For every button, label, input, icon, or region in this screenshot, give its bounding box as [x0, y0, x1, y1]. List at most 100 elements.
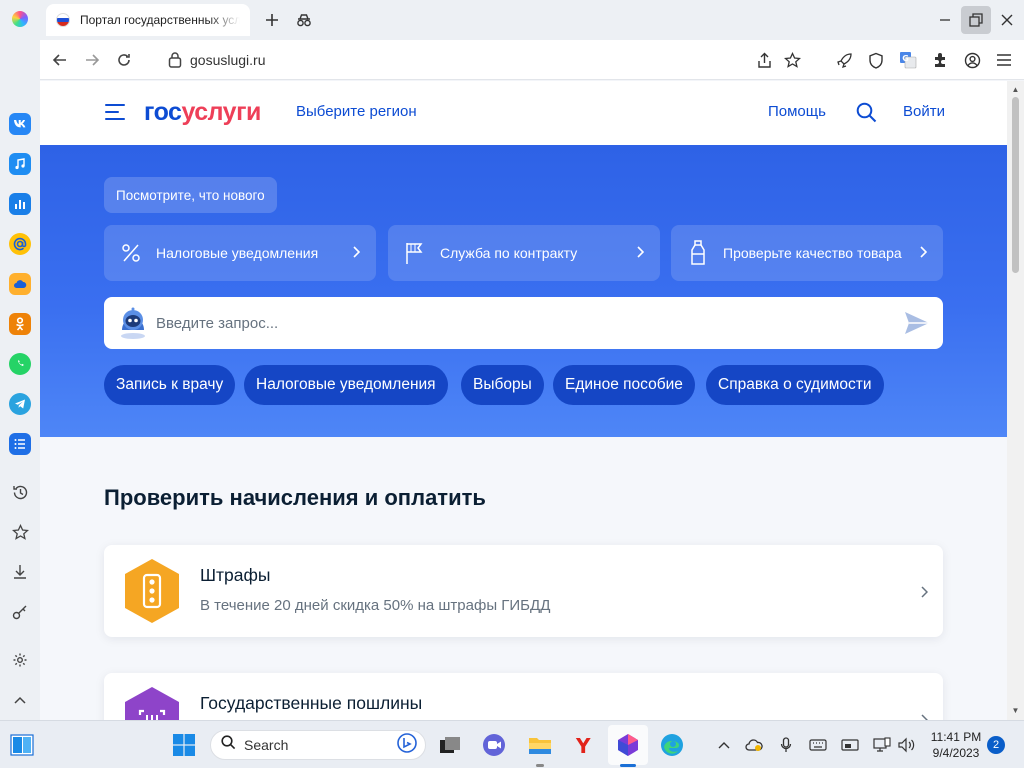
chevron-right-icon	[636, 245, 646, 261]
flag-icon	[402, 240, 428, 266]
music-icon[interactable]	[9, 153, 31, 175]
system-clock[interactable]: 11:41 PM 9/4/2023	[926, 729, 986, 761]
promo-tax-notices[interactable]: Налоговые уведомления	[104, 225, 376, 281]
back-icon[interactable]	[50, 50, 70, 70]
help-link[interactable]: Помощь	[768, 103, 826, 120]
rocket-icon[interactable]	[834, 50, 854, 70]
incognito-icon[interactable]	[294, 10, 314, 30]
restore-window-icon[interactable]	[961, 6, 991, 34]
file-explorer-icon[interactable]	[528, 733, 552, 757]
yandex-browser-icon[interactable]	[616, 733, 640, 757]
chip-elections[interactable]: Выборы	[461, 365, 544, 405]
gosuslugi-logo[interactable]: госуслуги	[144, 98, 261, 127]
card-state-duties[interactable]: Государственные пошлины	[104, 673, 943, 720]
key-icon[interactable]	[10, 602, 30, 622]
robot-max-icon[interactable]	[116, 306, 150, 345]
page-viewport: госуслуги Выберите регион Помощь Войти П…	[40, 81, 1007, 720]
chevron-up-icon[interactable]	[10, 690, 30, 710]
send-icon[interactable]	[904, 311, 930, 340]
favorites-star-icon[interactable]	[10, 522, 30, 542]
promo-label: Служба по контракту	[440, 245, 578, 261]
card-title: Штрафы	[200, 565, 271, 585]
bing-icon	[397, 732, 417, 758]
chip-criminal-record-certificate[interactable]: Справка о судимости	[706, 365, 884, 405]
search-icon	[221, 735, 236, 755]
chip-tax-notices[interactable]: Налоговые уведомления	[244, 365, 448, 405]
browser-menu-icon[interactable]	[994, 50, 1014, 70]
shield-icon[interactable]	[866, 50, 886, 70]
onedrive-icon[interactable]	[744, 735, 764, 755]
card-fines[interactable]: Штрафы В течение 20 дней скидка 50% на ш…	[104, 545, 943, 637]
vk-icon[interactable]	[9, 113, 31, 135]
scroll-down-arrow-icon[interactable]: ▼	[1011, 706, 1020, 715]
windows-start-icon[interactable]	[172, 733, 196, 757]
search-input[interactable]	[156, 297, 896, 349]
payments-section-title: Проверить начисления и оплатить	[104, 485, 486, 510]
translate-icon[interactable]: G	[898, 50, 918, 70]
clock-date: 9/4/2023	[932, 746, 980, 760]
traffic-light-icon	[120, 557, 184, 630]
edge-icon[interactable]	[660, 733, 684, 757]
reload-icon[interactable]	[114, 50, 134, 70]
taskbar-search-label: Search	[244, 737, 289, 753]
hero-banner: Посмотрите, что нового Налоговые уведомл…	[40, 145, 1007, 437]
microphone-icon[interactable]	[776, 735, 796, 755]
taskbar-search[interactable]: Search	[210, 730, 426, 760]
card-title: Государственные пошлины	[200, 693, 423, 713]
profile-icon[interactable]	[962, 50, 982, 70]
browser-sidebar	[0, 40, 40, 720]
settings-gear-icon[interactable]	[10, 650, 30, 670]
volume-icon[interactable]	[896, 735, 916, 755]
new-tab-icon[interactable]	[262, 10, 282, 30]
browser-tab[interactable]: Портал государственных услуг	[46, 4, 250, 36]
share-icon[interactable]	[754, 50, 774, 70]
search-box	[104, 297, 943, 349]
mail-icon[interactable]	[9, 233, 31, 255]
keyboard-icon[interactable]	[808, 735, 828, 755]
yandex-icon[interactable]: Y	[572, 733, 596, 757]
promo-contract-service[interactable]: Служба по контракту	[388, 225, 660, 281]
chat-icon[interactable]	[482, 733, 506, 757]
address-bar: gosuslugi.ru G	[40, 40, 1024, 80]
bookmark-star-icon[interactable]	[782, 50, 802, 70]
odnoklassniki-icon[interactable]	[9, 313, 31, 335]
scrollbar-thumb[interactable]	[1012, 97, 1019, 273]
network-icon[interactable]	[872, 735, 892, 755]
menu-burger-icon[interactable]	[105, 104, 125, 120]
browser-menu-icon[interactable]	[12, 11, 28, 27]
receipt-icon	[120, 685, 184, 720]
close-window-icon[interactable]	[992, 6, 1022, 34]
whatsapp-icon[interactable]	[9, 353, 31, 375]
whats-new-button[interactable]: Посмотрите, что нового	[104, 177, 277, 213]
page-scrollbar[interactable]: ▲ ▼	[1007, 81, 1024, 720]
forward-icon[interactable]	[82, 50, 102, 70]
extensions-icon[interactable]	[930, 50, 950, 70]
minimize-icon[interactable]	[930, 6, 960, 34]
tasks-icon[interactable]	[9, 433, 31, 455]
chevron-up-icon[interactable]	[714, 735, 734, 755]
lock-icon[interactable]	[168, 51, 182, 73]
chevron-right-icon	[920, 585, 929, 603]
login-link[interactable]: Войти	[903, 103, 945, 120]
chip-doctor-appointment[interactable]: Запись к врачу	[104, 365, 236, 405]
chip-unified-benefit[interactable]: Единое пособие	[553, 365, 695, 405]
download-icon[interactable]	[10, 562, 30, 582]
history-icon[interactable]	[10, 482, 30, 502]
russia-flag-icon	[56, 13, 70, 27]
notification-badge[interactable]: 2	[987, 736, 1005, 754]
windows-taskbar: Search Y 11:41 PM 9/4/2023 2	[0, 720, 1024, 768]
display-icon[interactable]	[840, 735, 860, 755]
stats-icon[interactable]	[9, 193, 31, 215]
scroll-up-arrow-icon[interactable]: ▲	[1011, 85, 1020, 94]
svg-text:G: G	[902, 54, 909, 63]
percent-icon	[118, 240, 144, 266]
url-text[interactable]: gosuslugi.ru	[190, 52, 266, 68]
site-header: госуслуги Выберите регион Помощь Войти	[40, 81, 1007, 145]
region-link[interactable]: Выберите регион	[296, 103, 417, 120]
cloud-icon[interactable]	[9, 273, 31, 295]
widgets-icon[interactable]	[10, 733, 34, 757]
task-view-icon[interactable]	[438, 733, 462, 757]
search-icon[interactable]	[856, 102, 877, 128]
promo-product-quality[interactable]: Проверьте качество товара	[671, 225, 943, 281]
telegram-icon[interactable]	[9, 393, 31, 415]
